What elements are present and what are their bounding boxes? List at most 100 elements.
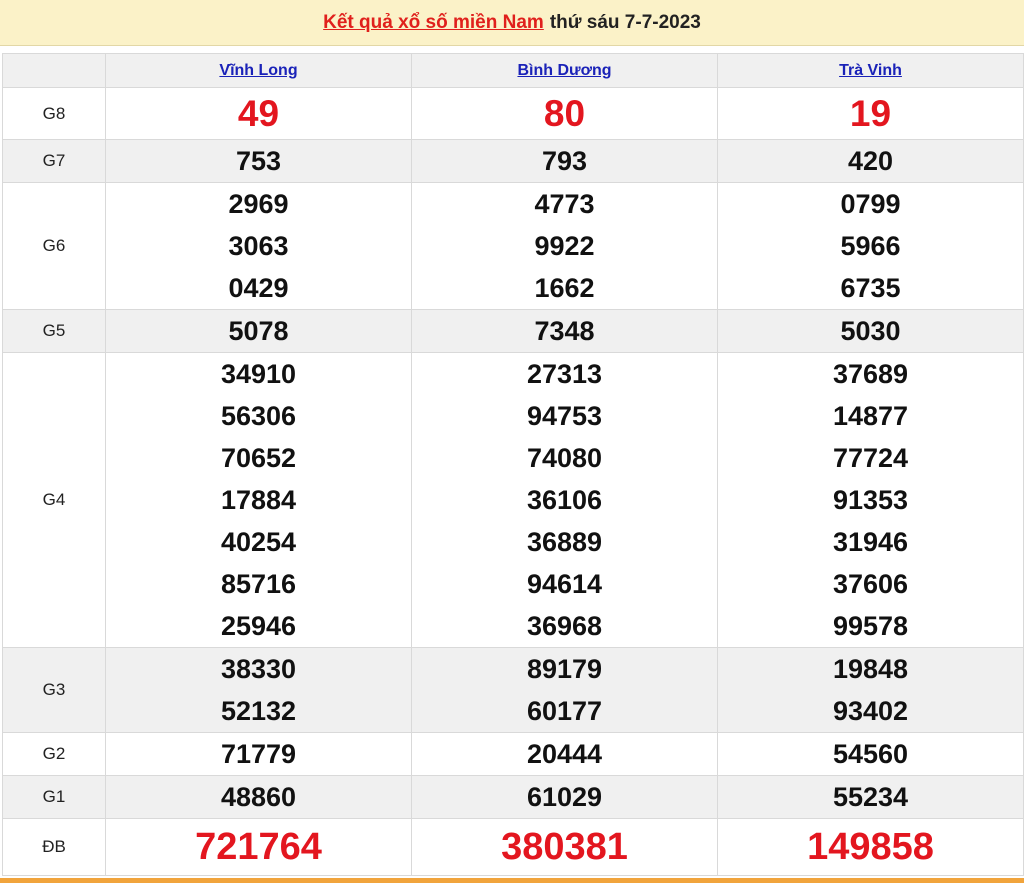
prize-label: G1 — [2, 775, 106, 819]
prize-cell: 380381 — [411, 818, 718, 876]
province-header-tra-vinh: Trà Vinh — [717, 53, 1024, 88]
prize-number: 36889 — [526, 527, 603, 557]
prize-number: 3063 — [228, 231, 289, 261]
prize-number: 9922 — [534, 231, 595, 261]
prize-number: 70652 — [220, 443, 297, 473]
prize-cell: 20444 — [411, 732, 718, 776]
prize-rows: G8 49 80 19 G7 753 793 420 G6 2969 3063 0429 4773 992… — [2, 87, 1024, 876]
prize-number: 48860 — [220, 782, 297, 812]
prize-label: G8 — [2, 87, 106, 140]
prize-number: 89179 — [526, 654, 603, 684]
prize-label: G6 — [2, 182, 106, 310]
prize-cell: 4773 9922 1662 — [411, 182, 718, 310]
prize-number: 91353 — [832, 485, 909, 515]
prize-cell: 7348 — [411, 309, 718, 353]
prize-cell: 19 — [717, 87, 1024, 140]
lottery-results-page: Kết quả xổ số miền Nam thứ sáu 7-7-2023 … — [0, 0, 1024, 883]
prize-number: 31946 — [832, 527, 909, 557]
prize-number: 94614 — [526, 569, 603, 599]
prize-cell: 721764 — [105, 818, 412, 876]
prize-row-g5: G5 5078 7348 5030 — [2, 309, 1024, 353]
prize-cell: 49 — [105, 87, 412, 140]
prize-row-g6: G6 2969 3063 0429 4773 9922 1662 0799 5966 6735 — [2, 182, 1024, 310]
prize-cell: 2969 3063 0429 — [105, 182, 412, 310]
prize-number: 99578 — [832, 611, 909, 641]
prize-number: 4773 — [534, 189, 595, 219]
prize-number: 2969 — [228, 189, 289, 219]
prize-cell: 34910 56306 70652 17884 40254 85716 25946 — [105, 352, 412, 648]
prize-row-g1: G1 48860 61029 55234 — [2, 775, 1024, 819]
prize-cell: 38330 52132 — [105, 647, 412, 733]
prize-number: 20444 — [526, 739, 603, 769]
prize-cell: 793 — [411, 139, 718, 183]
prize-number: 753 — [235, 146, 282, 176]
province-header-vinh-long: Vĩnh Long — [105, 53, 412, 88]
prize-number: 93402 — [832, 696, 909, 726]
province-header-binh-duong: Bình Dương — [411, 53, 718, 88]
prize-label: G3 — [2, 647, 106, 733]
prize-number: 37606 — [832, 569, 909, 599]
prize-cell: 71779 — [105, 732, 412, 776]
prize-number: 793 — [541, 146, 588, 176]
prize-number: 56306 — [220, 401, 297, 431]
prize-label: ĐB — [2, 818, 106, 876]
prize-cell: 0799 5966 6735 — [717, 182, 1024, 310]
prize-number: 38330 — [220, 654, 297, 684]
results-table: Vĩnh Long Bình Dương Trà Vinh G8 49 80 19 G7… — [2, 53, 1024, 876]
draw-date-text: thứ sáu 7-7-2023 — [549, 11, 701, 33]
prize-row-g4: G4 34910 56306 70652 17884 40254 85716 25946 273… — [2, 352, 1024, 648]
bottom-accent-bar — [0, 878, 1024, 883]
prize-cell: 5030 — [717, 309, 1024, 353]
prize-number: 34910 — [220, 359, 297, 389]
prize-cell: 753 — [105, 139, 412, 183]
region-results-link[interactable]: Kết quả xổ số miền Nam — [323, 12, 544, 34]
prize-number: 380381 — [501, 826, 628, 868]
prize-number: 149858 — [807, 826, 934, 868]
prize-row-g3: G3 38330 52132 89179 60177 19848 93402 — [2, 647, 1024, 733]
prize-number: 52132 — [220, 696, 297, 726]
prize-number: 1662 — [534, 273, 595, 303]
prize-number: 36968 — [526, 611, 603, 641]
prize-number: 71779 — [220, 739, 297, 769]
prize-row-g2: G2 71779 20444 54560 — [2, 732, 1024, 776]
province-link[interactable]: Bình Dương — [517, 62, 611, 79]
prize-row-g7: G7 753 793 420 — [2, 139, 1024, 183]
prize-number: 36106 — [526, 485, 603, 515]
prize-cell: 19848 93402 — [717, 647, 1024, 733]
results-title-bar: Kết quả xổ số miền Nam thứ sáu 7-7-2023 — [0, 0, 1024, 46]
province-link[interactable]: Vĩnh Long — [219, 62, 297, 79]
prize-number: 25946 — [220, 611, 297, 641]
prize-number: 37689 — [832, 359, 909, 389]
prize-number: 19 — [849, 93, 892, 134]
prize-cell: 37689 14877 77724 91353 31946 37606 99578 — [717, 352, 1024, 648]
prize-cell: 149858 — [717, 818, 1024, 876]
prize-cell: 5078 — [105, 309, 412, 353]
prize-number: 77724 — [832, 443, 909, 473]
prize-number: 19848 — [832, 654, 909, 684]
prize-cell: 61029 — [411, 775, 718, 819]
prize-number: 0799 — [840, 189, 901, 219]
prize-label: G4 — [2, 352, 106, 648]
prize-number: 60177 — [526, 696, 603, 726]
province-link[interactable]: Trà Vinh — [839, 62, 902, 79]
prize-row-đb: ĐB 721764 380381 149858 — [2, 818, 1024, 876]
prize-number: 5030 — [840, 316, 901, 346]
prize-number: 85716 — [220, 569, 297, 599]
prize-number: 721764 — [195, 826, 322, 868]
province-header-row: Vĩnh Long Bình Dương Trà Vinh — [2, 53, 1024, 88]
prize-cell: 55234 — [717, 775, 1024, 819]
prize-number: 55234 — [832, 782, 909, 812]
prize-label: G5 — [2, 309, 106, 353]
corner-cell — [2, 53, 106, 88]
prize-number: 5078 — [228, 316, 289, 346]
prize-cell: 420 — [717, 139, 1024, 183]
prize-number: 94753 — [526, 401, 603, 431]
prize-number: 7348 — [534, 316, 595, 346]
prize-number: 80 — [543, 93, 586, 134]
prize-number: 54560 — [832, 739, 909, 769]
prize-cell: 80 — [411, 87, 718, 140]
prize-label: G2 — [2, 732, 106, 776]
prize-number: 14877 — [832, 401, 909, 431]
prize-number: 17884 — [220, 485, 297, 515]
prize-number: 420 — [847, 146, 894, 176]
